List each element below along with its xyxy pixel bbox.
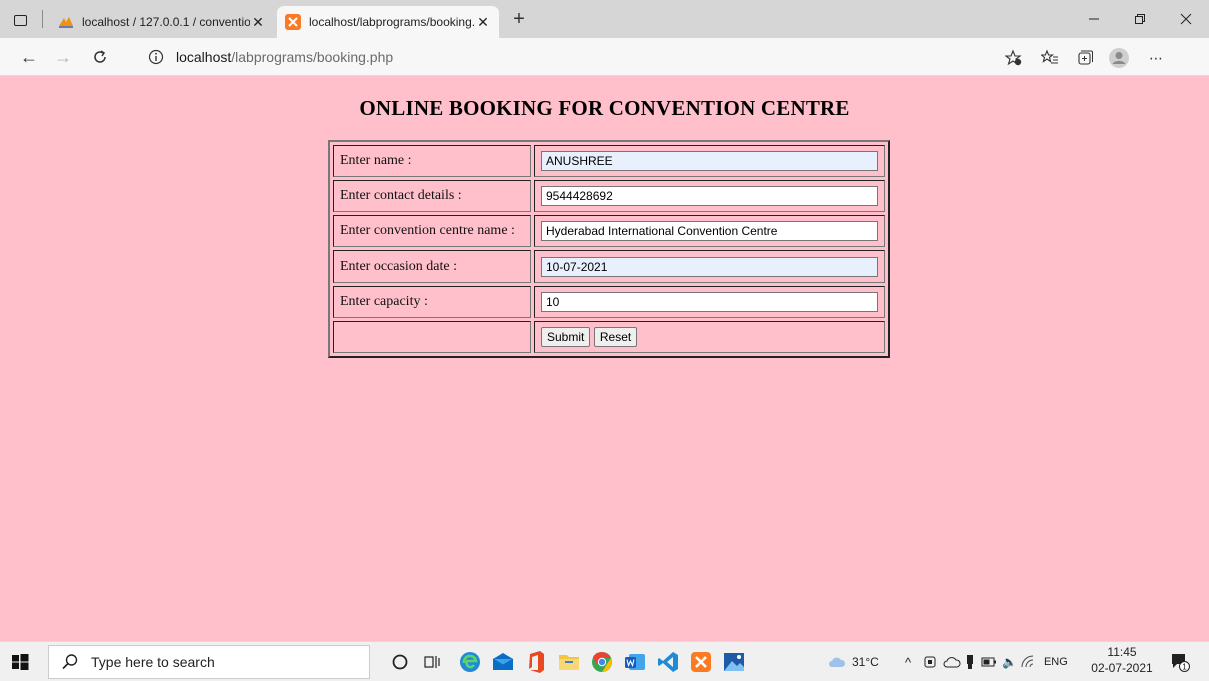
- form-row-contact: Enter contact details :: [333, 180, 885, 213]
- forward-arrow-icon[interactable]: →: [49, 45, 77, 69]
- wifi-icon[interactable]: [1021, 655, 1037, 669]
- minimize-icon[interactable]: [1071, 0, 1117, 38]
- occasion-date-cell: [534, 250, 885, 283]
- capacity-cell: [534, 285, 885, 318]
- volume-icon[interactable]: 🔈: [1002, 655, 1017, 669]
- file-explorer-icon[interactable]: [555, 648, 583, 676]
- show-hidden-icons[interactable]: ^: [905, 642, 911, 681]
- clock-time: 11:45: [1107, 645, 1137, 659]
- usb-drive-icon[interactable]: [965, 654, 975, 670]
- xampp-taskbar-icon[interactable]: [687, 648, 715, 676]
- battery-icon[interactable]: [981, 656, 997, 668]
- address-bar[interactable]: localhost/labprograms/booking.php: [142, 44, 1002, 70]
- close-window-icon[interactable]: [1163, 0, 1209, 38]
- notification-count: 1: [1182, 663, 1187, 672]
- empty-cell: [333, 320, 531, 353]
- name-cell: [534, 145, 885, 178]
- page-title: ONLINE BOOKING FOR CONVENTION CENTRE: [359, 96, 850, 120]
- submit-button[interactable]: Submit: [541, 326, 591, 347]
- profile-avatar-icon[interactable]: [1108, 47, 1130, 69]
- mail-icon[interactable]: [489, 648, 517, 676]
- url-path: /labprograms/booking.php: [231, 49, 394, 65]
- centre-name-label: Enter convention centre name :: [333, 215, 531, 248]
- form-row-date: Enter occasion date :: [333, 250, 885, 283]
- contact-cell: [534, 180, 885, 213]
- favorites-icon[interactable]: [1039, 47, 1061, 69]
- browser-toolbar: ← → localhost/labprograms/booking.php ⋯: [0, 38, 1209, 76]
- weather-temp: 31°C: [852, 655, 879, 669]
- occasion-date-field[interactable]: [541, 256, 878, 277]
- reload-icon[interactable]: [86, 45, 114, 69]
- back-arrow-icon[interactable]: ←: [15, 45, 43, 69]
- meet-now-icon[interactable]: [923, 655, 937, 669]
- url-host: localhost: [176, 49, 232, 65]
- onedrive-icon[interactable]: [943, 655, 961, 669]
- contact-field[interactable]: [541, 186, 878, 207]
- occasion-date-label: Enter occasion date :: [333, 250, 531, 283]
- language-indicator[interactable]: ENG: [1044, 656, 1068, 668]
- booking-form-table: Enter name : Enter contact details : Ent…: [328, 140, 890, 358]
- chrome-icon[interactable]: [588, 648, 616, 676]
- tab-separator: [42, 10, 43, 28]
- buttons-cell: Submit Reset: [534, 320, 885, 353]
- tab-phpmyadmin[interactable]: localhost / 127.0.0.1 / conventio ✕: [50, 6, 274, 38]
- word-icon[interactable]: [621, 648, 649, 676]
- close-tab-icon[interactable]: ✕: [475, 14, 491, 31]
- tray-icons: 🔈 ENG: [923, 642, 1068, 681]
- clock-date: 02-07-2021: [1091, 661, 1153, 675]
- tab-title: localhost/labprograms/booking.p: [309, 15, 475, 29]
- photos-icon[interactable]: [720, 648, 748, 676]
- tab-booking[interactable]: localhost/labprograms/booking.p ✕: [277, 6, 499, 38]
- windows-start-icon[interactable]: [8, 650, 32, 674]
- cortana-icon[interactable]: [386, 648, 414, 676]
- capacity-label: Enter capacity :: [333, 285, 531, 318]
- office-icon[interactable]: [522, 648, 550, 676]
- task-view-icon[interactable]: [418, 648, 446, 676]
- weather-widget[interactable]: 31°C: [828, 642, 879, 681]
- browser-tab-strip: localhost / 127.0.0.1 / conventio ✕ loca…: [0, 0, 1209, 38]
- windows-taskbar: Type here to search 31°C ^ 🔈 ENG 11:45 0…: [0, 641, 1209, 681]
- more-options-icon[interactable]: ⋯: [1145, 47, 1167, 69]
- search-placeholder: Type here to search: [91, 654, 215, 670]
- restore-icon[interactable]: [1117, 0, 1163, 38]
- cloud-icon: [829, 657, 846, 667]
- close-tab-icon[interactable]: ✕: [250, 14, 266, 31]
- collections-icon[interactable]: [1074, 47, 1096, 69]
- form-row-centre: Enter convention centre name :: [333, 215, 885, 248]
- form-row-capacity: Enter capacity :: [333, 285, 885, 318]
- xampp-icon: [285, 14, 301, 30]
- form-row-buttons: Submit Reset: [333, 320, 885, 353]
- vscode-icon[interactable]: [654, 648, 682, 676]
- add-favorite-icon[interactable]: [1003, 47, 1025, 69]
- taskbar-clock[interactable]: 11:45 02-07-2021: [1091, 644, 1153, 680]
- centre-name-cell: [534, 215, 885, 248]
- new-tab-icon[interactable]: +: [507, 8, 531, 32]
- edge-browser-icon[interactable]: [456, 648, 484, 676]
- phpmyadmin-icon: [59, 17, 73, 28]
- name-field[interactable]: [541, 151, 878, 172]
- form-row-name: Enter name :: [333, 145, 885, 178]
- site-info-icon[interactable]: [148, 49, 164, 65]
- capacity-field[interactable]: [541, 291, 878, 312]
- taskbar-search-box[interactable]: Type here to search: [48, 645, 370, 679]
- notification-icon[interactable]: 1: [1168, 650, 1192, 674]
- contact-label: Enter contact details :: [333, 180, 531, 213]
- tab-actions-icon[interactable]: [8, 8, 32, 32]
- tab-title: localhost / 127.0.0.1 / conventio: [82, 15, 250, 29]
- search-icon: [62, 654, 78, 670]
- centre-name-field[interactable]: [541, 221, 878, 242]
- reset-button[interactable]: Reset: [593, 326, 638, 347]
- name-label: Enter name :: [333, 145, 531, 178]
